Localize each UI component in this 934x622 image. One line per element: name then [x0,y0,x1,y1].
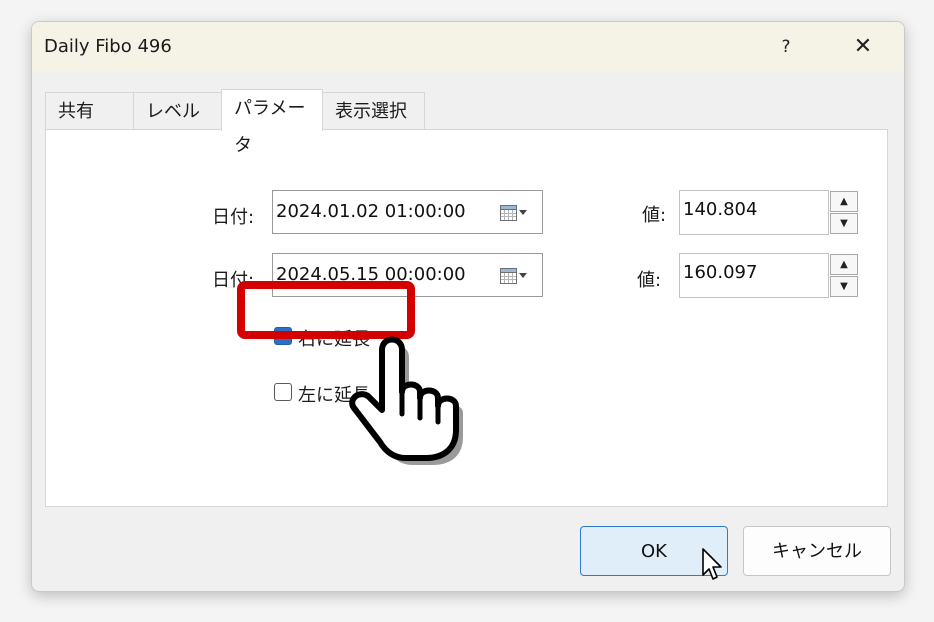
tab-common[interactable]: 共有 [45,92,134,129]
tab-visibility[interactable]: 表示選択 [322,92,425,129]
date-picker-1[interactable]: 2024.01.02 01:00:00 [272,190,543,234]
value-2-increase-button[interactable]: ▲ [830,254,858,275]
value-1-increase-button[interactable]: ▲ [830,191,858,212]
fibo-properties-dialog: Daily Fibo 496 ? ✕ 共有 レベル パラメータ 表示選択 日付:… [31,21,905,592]
value-text-2: 160.097 [683,262,758,283]
close-button[interactable]: ✕ [842,30,884,64]
value-2-decrease-button[interactable]: ▼ [830,276,858,297]
pointing-hand-icon [349,336,463,465]
calendar-dropdown-icon[interactable] [500,205,528,221]
date-label-1: 日付: [212,207,255,228]
extend-left-checkbox[interactable] [274,383,292,401]
date-value-1: 2024.01.02 01:00:00 [276,201,466,222]
value-label-1: 値: [642,205,667,226]
value-label-2: 値: [637,270,662,291]
mouse-cursor-icon [702,548,722,580]
screen: Daily Fibo 496 ? ✕ 共有 レベル パラメータ 表示選択 日付:… [0,0,934,622]
title-bar: Daily Fibo 496 ? ✕ [32,22,904,72]
calendar-dropdown-icon[interactable] [500,268,528,284]
value-text-1: 140.804 [683,199,758,220]
tab-levels[interactable]: レベル [133,92,222,129]
cancel-button[interactable]: キャンセル [743,526,891,576]
dialog-title: Daily Fibo 496 [44,36,172,57]
value-input-2[interactable]: 160.097 [679,253,829,298]
help-button[interactable]: ? [766,30,806,64]
value-1-decrease-button[interactable]: ▼ [830,213,858,234]
value-input-1[interactable]: 140.804 [679,190,829,235]
tab-parameters[interactable]: パラメータ [221,89,323,156]
